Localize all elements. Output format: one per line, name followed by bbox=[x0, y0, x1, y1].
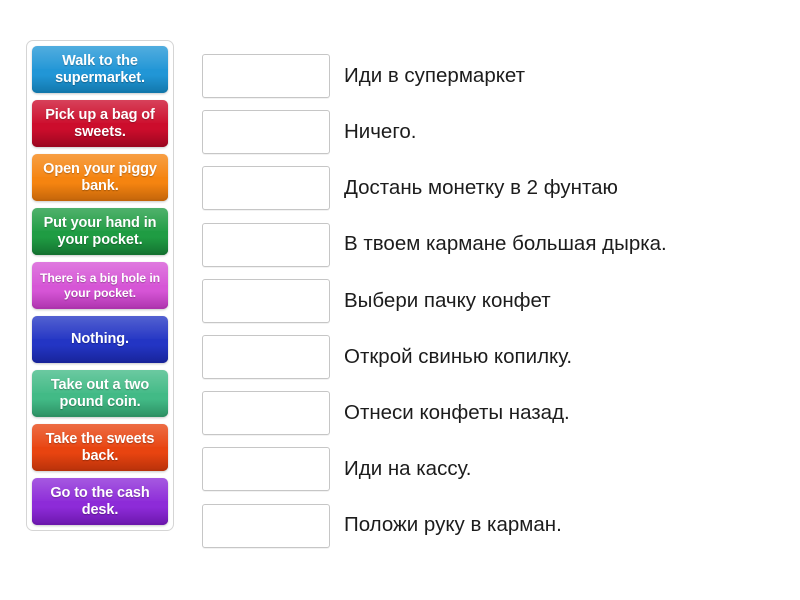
phrase-label: Ничего. bbox=[344, 119, 417, 143]
draggable-tile[interactable]: Go to the cash desk. bbox=[32, 478, 168, 525]
drop-zone[interactable] bbox=[202, 447, 330, 492]
drop-zone[interactable] bbox=[202, 110, 330, 155]
phrase-label: Отнеси конфеты назад. bbox=[344, 400, 570, 424]
draggable-tile[interactable]: Nothing. bbox=[32, 316, 168, 363]
drop-zone[interactable] bbox=[202, 391, 330, 436]
phrase-label: В твоем кармане большая дырка. bbox=[344, 232, 667, 256]
drop-zone[interactable] bbox=[202, 503, 330, 548]
drop-zone[interactable] bbox=[202, 278, 330, 323]
match-up-activity: Walk to the supermarket. Pick up a bag of… bbox=[0, 0, 800, 600]
draggable-tile[interactable]: Take out a two pound coin. bbox=[32, 370, 168, 417]
phrase-label: Положи руку в карман. bbox=[344, 513, 562, 537]
draggable-tile[interactable]: Open your piggy bank. bbox=[32, 154, 168, 201]
tile-label: Put your hand in your pocket. bbox=[43, 215, 157, 248]
phrase-label: Достань монетку в 2 фунтаю bbox=[344, 176, 618, 200]
phrase-label: Выбери пачку конфет bbox=[344, 288, 551, 312]
tile-label: Go to the cash desk. bbox=[50, 485, 150, 518]
phrase-label: Открой свинью копилку. bbox=[344, 344, 573, 368]
tile-label: Take the sweets back. bbox=[45, 431, 155, 464]
draggable-tile[interactable]: Pick up a bag of sweets. bbox=[32, 100, 168, 147]
phrase-label: Иди в супермаркет bbox=[344, 63, 526, 87]
tile-label: Open your piggy bank. bbox=[43, 161, 157, 194]
tile-label: Walk to the supermarket. bbox=[55, 53, 145, 86]
drop-zone[interactable] bbox=[202, 222, 330, 267]
tile-label: Nothing. bbox=[71, 331, 129, 348]
draggable-tile[interactable]: Put your hand in your pocket. bbox=[32, 208, 168, 255]
tile-label: There is a big hole in your pocket. bbox=[39, 271, 161, 300]
phrase-label: Иди на кассу. bbox=[344, 457, 472, 481]
drop-zone[interactable] bbox=[202, 335, 330, 379]
draggable-tile[interactable]: Take the sweets back. bbox=[32, 424, 168, 471]
drop-zone[interactable] bbox=[202, 166, 330, 211]
draggable-tile[interactable]: Walk to the supermarket. bbox=[32, 46, 168, 93]
tile-label: Take out a two pound coin. bbox=[50, 377, 150, 410]
tile-label: Pick up a bag of sweets. bbox=[45, 107, 155, 140]
drop-zone[interactable] bbox=[202, 54, 330, 98]
tile-bank: Walk to the supermarket. Pick up a bag of… bbox=[26, 40, 174, 531]
draggable-tile[interactable]: There is a big hole in your pocket. bbox=[32, 262, 168, 309]
